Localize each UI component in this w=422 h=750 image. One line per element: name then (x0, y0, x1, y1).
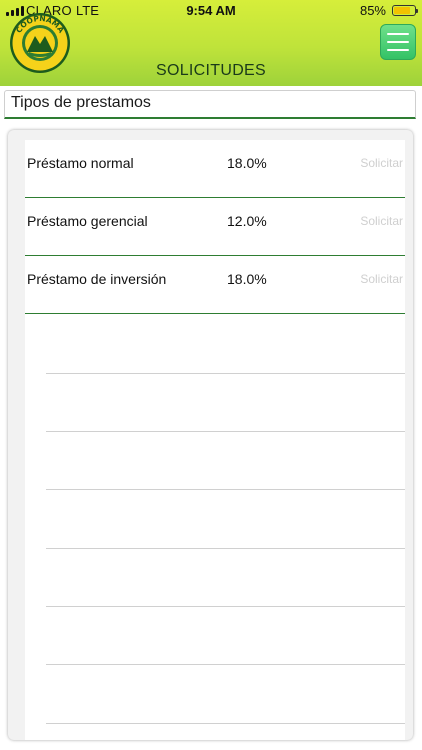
status-time: 9:54 AM (186, 3, 236, 18)
battery-icon (392, 5, 418, 16)
loan-name: Préstamo gerencial (27, 213, 148, 229)
empty-row-separator (46, 606, 405, 607)
loan-name: Préstamo normal (27, 155, 134, 171)
app-header: CLARO LTE 9:54 AM 85% COOPNAMA SOLICITUD… (0, 0, 422, 86)
loan-row-inversion[interactable]: Préstamo de inversión 18.0% Solicitar (25, 256, 405, 314)
page-title: SOLICITUDES (156, 62, 266, 79)
battery-percent: 85% (359, 3, 386, 18)
request-button[interactable]: Solicitar (360, 214, 403, 228)
loan-rate: 18.0% (227, 271, 267, 287)
loan-list-panel: Préstamo normal 18.0% Solicitar Préstamo… (8, 130, 413, 740)
request-button[interactable]: Solicitar (360, 156, 403, 170)
empty-row-separator (46, 373, 405, 374)
empty-row-separator (46, 548, 405, 549)
status-bar: CLARO LTE 9:54 AM 85% (0, 0, 422, 22)
hamburger-menu-icon (387, 33, 409, 35)
empty-row-separator (46, 489, 405, 490)
loan-rate: 12.0% (227, 213, 267, 229)
loan-row-gerencial[interactable]: Préstamo gerencial 12.0% Solicitar (25, 198, 405, 256)
loan-row-normal[interactable]: Préstamo normal 18.0% Solicitar (25, 140, 405, 198)
menu-button[interactable] (380, 24, 416, 60)
loan-rate: 18.0% (227, 155, 267, 171)
empty-row-separator (46, 664, 405, 665)
section-title: Tipos de prestamos (11, 94, 151, 111)
section-header: Tipos de prestamos (4, 90, 416, 119)
request-button[interactable]: Solicitar (360, 272, 403, 286)
loan-name: Préstamo de inversión (27, 271, 167, 287)
loan-list: Préstamo normal 18.0% Solicitar Préstamo… (25, 140, 405, 740)
empty-row-separator (46, 723, 405, 724)
empty-row-separator (46, 431, 405, 432)
